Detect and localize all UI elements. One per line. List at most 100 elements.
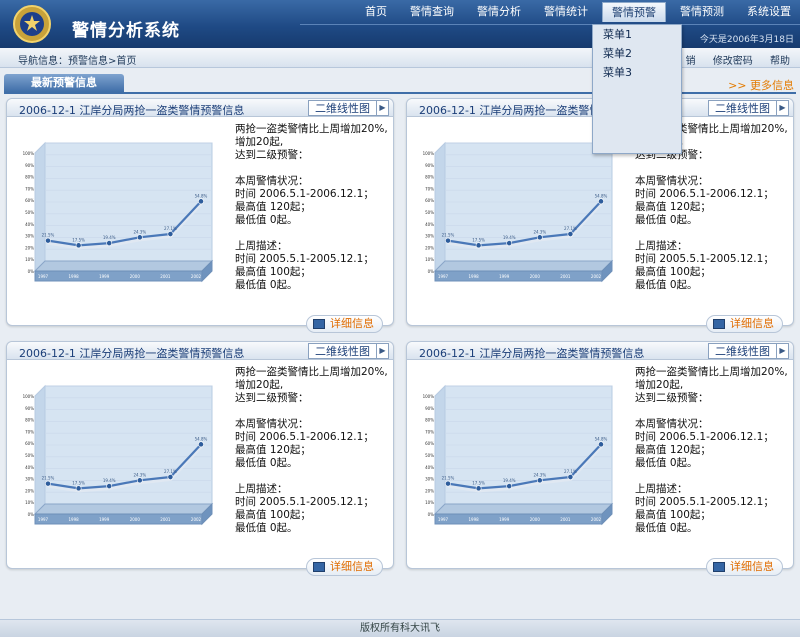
nav-item-0[interactable]: 首页 <box>356 2 396 22</box>
description-line: 两抢一盗类警情比上周增加20%, <box>235 123 388 135</box>
chart-data-label: 21.5% <box>442 476 455 481</box>
chart-point <box>536 477 543 484</box>
chart-ytick-label: 70% <box>425 186 434 191</box>
dropdown-item-1[interactable]: 菜单1 <box>593 25 681 44</box>
panel-title: 2006-12-1 江岸分局两抢一盗类警情预警信息 <box>19 347 245 360</box>
description-line: 时间 2005.5.1-2005.12.1； <box>235 253 374 265</box>
more-info-link[interactable]: >> 更多信息 <box>728 77 794 93</box>
change-password-link[interactable]: 修改密码 <box>713 56 753 67</box>
chart-ytick-label: 0% <box>428 512 435 517</box>
chevron-right-icon[interactable]: ▶ <box>376 344 388 358</box>
chart-data-label: 21.5% <box>42 233 55 238</box>
chart-xtick-label: 2002 <box>191 517 202 522</box>
chart-type-select[interactable]: 二维线性图 ▶ <box>708 100 789 116</box>
help-link[interactable]: 帮助 <box>770 56 790 67</box>
description-line: 最低值 0起。 <box>635 279 698 291</box>
dropdown-item-3[interactable]: 菜单3 <box>593 63 681 82</box>
date-info: 今天是2006年3月18日 <box>699 35 794 45</box>
trend-line-chart: 0% 10% 20% 30% 40% 50% 60% 70% 80% 90% 100% 1997 199… <box>23 141 214 283</box>
nav-item-3[interactable]: 警情统计 <box>535 2 597 22</box>
description-line: 达到二级预警： <box>235 392 309 404</box>
chart-point <box>445 480 451 487</box>
nav-item-4[interactable]: 警情预警 <box>602 2 666 22</box>
nav-item-2[interactable]: 警情分析 <box>468 2 530 22</box>
detail-info-button[interactable]: 详细信息 <box>706 558 783 576</box>
chart-xtick-label: 2001 <box>160 274 171 279</box>
description-line <box>635 162 790 175</box>
chart-xtick-label: 1998 <box>469 517 480 522</box>
chart-ytick-label: 20% <box>425 245 434 250</box>
description-line: 最高值 100起； <box>635 509 711 521</box>
chart-xtick-label: 2000 <box>130 517 141 522</box>
detail-info-button[interactable]: 详细信息 <box>706 315 783 333</box>
chart-type-select[interactable]: 二维线性图 ▶ <box>708 343 789 359</box>
chart-data-label: 19.4% <box>503 235 516 240</box>
chart-xtick-label: 1997 <box>438 517 449 522</box>
nav-item-1[interactable]: 警情查询 <box>401 2 463 22</box>
alert-panel: 2006-12-1 江岸分局两抢一盗类警情预警信息 二维线性图 ▶ 0% 10% 2… <box>406 341 794 576</box>
chart-floor-front <box>34 513 203 525</box>
detail-info-button[interactable]: 详细信息 <box>306 558 383 576</box>
chart-xtick-label: 2000 <box>530 274 541 279</box>
chart-data-label: 54.8% <box>595 193 608 198</box>
chart-data-label: 27.1% <box>164 226 177 231</box>
description-line <box>635 470 790 483</box>
chart-ytick-label: 80% <box>425 175 434 180</box>
chart-ytick-label: 50% <box>425 210 434 215</box>
chart-data-label: 17.5% <box>72 237 85 242</box>
chart-ytick-label: 50% <box>25 210 34 215</box>
chart-ytick-label: 100% <box>423 394 435 399</box>
description-line: 两抢一盗类警情比上周增加20%, <box>635 366 788 378</box>
chart-ytick-label: 70% <box>25 186 34 191</box>
chart-ytick-label: 70% <box>25 429 34 434</box>
section-tab-latest-alerts[interactable]: 最新预警信息 <box>4 74 124 92</box>
chart-xtick-label: 1999 <box>99 274 110 279</box>
chevron-right-icon[interactable]: ▶ <box>776 344 788 358</box>
chart-type-select[interactable]: 二维线性图 ▶ <box>308 100 389 116</box>
chart-floor-front <box>34 270 203 282</box>
chart-ytick-label: 10% <box>25 500 34 505</box>
chart-ytick-label: 40% <box>25 222 34 227</box>
chart-point <box>475 242 482 249</box>
description-line <box>235 405 390 418</box>
chart-type-select[interactable]: 二维线性图 ▶ <box>308 343 389 359</box>
description-line: 本周警情状况： <box>635 175 709 187</box>
chevron-right-icon[interactable]: ▶ <box>776 101 788 115</box>
description-line: 最高值 120起； <box>635 444 711 456</box>
chart-ytick-label: 10% <box>425 257 434 262</box>
description-line: 达到二级预警： <box>235 149 309 161</box>
detail-info-button[interactable]: 详细信息 <box>306 315 383 333</box>
chart-ytick-label: 60% <box>425 441 434 446</box>
dropdown-item-2[interactable]: 菜单2 <box>593 44 681 63</box>
chart-side-wall <box>434 141 446 273</box>
chart-data-label: 24.3% <box>533 472 546 477</box>
logout-link[interactable]: 销 <box>686 56 696 67</box>
alert-dropdown-menu: 菜单1 菜单2 菜单3 <box>592 24 682 154</box>
description-line: 增加20起, <box>635 379 684 391</box>
chart-point <box>167 231 174 237</box>
chart-xtick-label: 1999 <box>499 517 510 522</box>
chart-floor-top <box>433 503 614 515</box>
detail-info-label: 详细信息 <box>330 560 374 573</box>
description-line: 时间 2006.5.1-2006.12.1； <box>235 431 374 443</box>
description-line: 最低值 0起。 <box>235 214 298 226</box>
chart-ytick-label: 50% <box>425 453 434 458</box>
description-line <box>235 227 390 240</box>
nav-item-5[interactable]: 警情预测 <box>671 2 733 22</box>
chart-ytick-label: 10% <box>25 257 34 262</box>
description-line: 上周描述： <box>635 240 688 252</box>
nav-item-6[interactable]: 系统设置 <box>738 2 800 22</box>
chart-point <box>75 485 82 492</box>
trend-line-chart: 0% 10% 20% 30% 40% 50% 60% 70% 80% 90% 100% 1997 199… <box>23 384 214 526</box>
chart-ytick-label: 40% <box>425 222 434 227</box>
chart-point <box>198 198 204 205</box>
chart-point <box>598 441 604 448</box>
chart-xtick-label: 2000 <box>130 274 141 279</box>
description-line: 上周描述： <box>635 483 688 495</box>
police-emblem-icon <box>13 5 51 43</box>
chart-data-label: 17.5% <box>472 480 485 485</box>
chart-xtick-label: 1997 <box>38 274 49 279</box>
description-line <box>635 405 790 418</box>
chart-point <box>567 474 574 480</box>
chevron-right-icon[interactable]: ▶ <box>376 101 388 115</box>
